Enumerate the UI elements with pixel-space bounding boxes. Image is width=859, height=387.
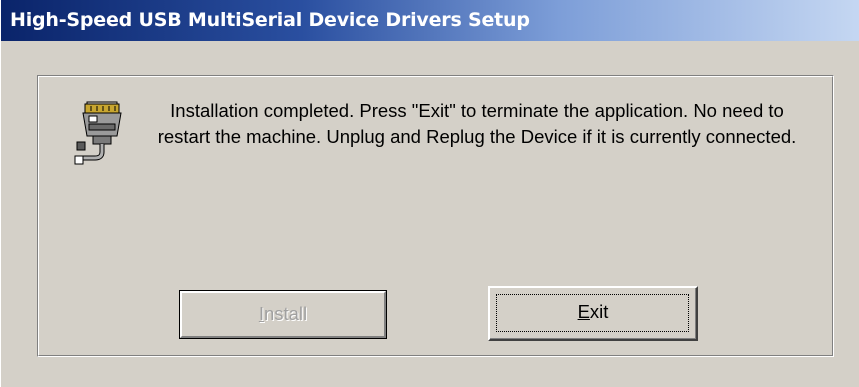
setup-dialog: High-Speed USB MultiSerial Device Driver…: [0, 0, 859, 387]
usb-connector-icon: [73, 98, 133, 168]
window-title: High-Speed USB MultiSerial Device Driver…: [10, 9, 530, 31]
install-button-label-rest: nstall: [263, 303, 308, 324]
install-button[interactable]: Install: [179, 290, 387, 339]
install-button-label: Install: [180, 303, 386, 325]
title-bar[interactable]: High-Speed USB MultiSerial Device Driver…: [1, 0, 859, 41]
completion-message: Installation completed. Press "Exit" to …: [157, 100, 797, 147]
exit-button-mnemonic: E: [577, 301, 590, 322]
exit-button[interactable]: Exit: [488, 286, 698, 341]
exit-button-label: Exit: [490, 301, 696, 323]
exit-button-label-rest: xit: [589, 301, 609, 322]
